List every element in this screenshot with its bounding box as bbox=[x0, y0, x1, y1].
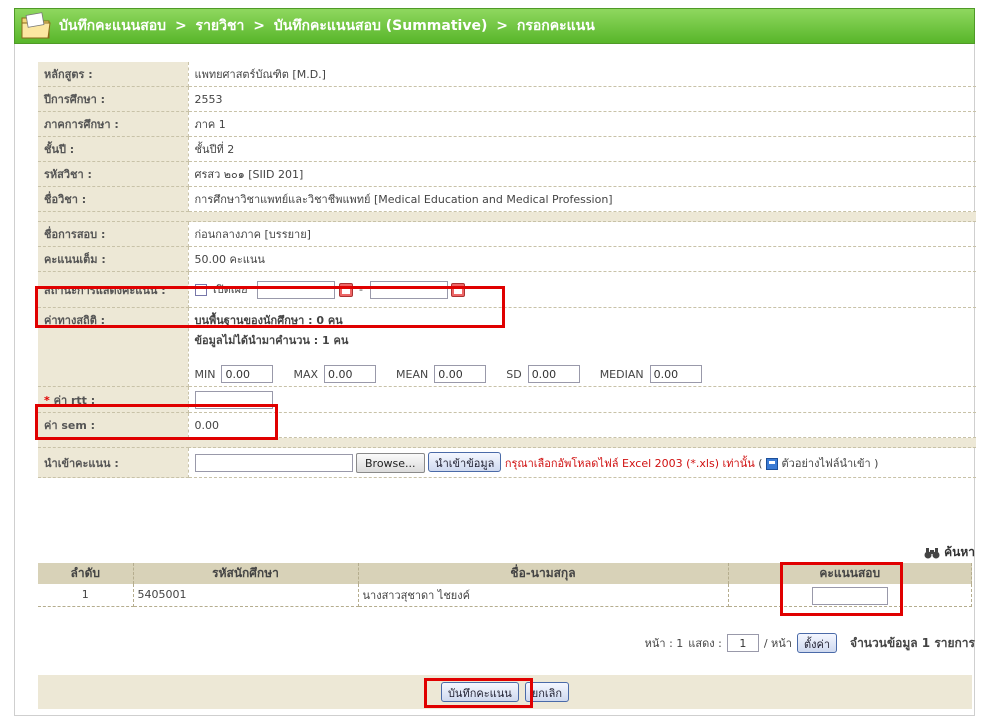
full-score-value: 50.00 คะแนน bbox=[188, 246, 976, 272]
exam-name-label: ชื่อการสอบ : bbox=[38, 221, 189, 247]
mean-label: MEAN bbox=[396, 367, 429, 381]
sample-open-paren: ( bbox=[758, 456, 763, 470]
breadcrumb-separator: > bbox=[253, 18, 265, 34]
binoculars-icon bbox=[924, 547, 940, 558]
sd-field[interactable] bbox=[527, 365, 580, 383]
stats-missing-text: ข้อมูลไม่ได้นำมาคำนวน : 1 คน bbox=[194, 334, 349, 347]
folder-icon bbox=[19, 11, 53, 41]
pagination: หน้า : 1 แสดง : / หน้า ตั้งค่า จำนวนข้อม… bbox=[645, 633, 975, 653]
per-page-label: / หน้า bbox=[763, 637, 792, 650]
set-page-button[interactable]: ตั้งค่า bbox=[796, 633, 838, 653]
breadcrumb-item-record-scores[interactable]: บันทึกคะแนนสอบ bbox=[59, 18, 166, 34]
sd-label: SD bbox=[506, 367, 522, 381]
page-indicator: หน้า : 1 bbox=[644, 637, 684, 650]
search-label: ค้นหา bbox=[944, 545, 975, 559]
highlight-score-column bbox=[780, 562, 903, 616]
row-student-name: นางสาวสุชาดา ไชยงค์ bbox=[358, 584, 729, 607]
exam-name-value: ก่อนกลางภาค [บรรยาย] bbox=[188, 221, 976, 247]
median-label: MEDIAN bbox=[599, 367, 644, 381]
breadcrumb-item-enter-scores: กรอกคะแนน bbox=[516, 18, 595, 34]
row-student-id: 5405001 bbox=[133, 584, 359, 607]
year-value: 2553 bbox=[188, 86, 976, 112]
import-note: กรุณาเลือกอัพโหลดไฟล์ Excel 2003 (*.xls)… bbox=[504, 456, 755, 470]
excel-file-icon bbox=[766, 457, 779, 470]
subject-name-label: ชื่อวิชา : bbox=[38, 186, 189, 212]
max-label: MAX bbox=[293, 367, 319, 381]
median-field[interactable] bbox=[649, 365, 702, 383]
column-header-name: ชื่อ-นามสกุล bbox=[358, 563, 729, 584]
min-label: MIN bbox=[194, 367, 216, 381]
rows-per-page-input[interactable] bbox=[726, 634, 759, 652]
semester-value: ภาค 1 bbox=[188, 111, 976, 137]
page-header: บันทึกคะแนนสอบ > รายวิชา > บันทึกคะแนนสอ… bbox=[14, 8, 975, 44]
highlight-save-button bbox=[424, 678, 533, 708]
subject-code-value: ศรสว ๒๐๑ [SIID 201] bbox=[188, 161, 976, 187]
highlight-display-status bbox=[35, 286, 505, 328]
search-link[interactable]: ค้นหา bbox=[924, 543, 975, 562]
column-header-student-id: รหัสนักศึกษา bbox=[133, 563, 359, 584]
row-no: 1 bbox=[38, 584, 134, 607]
subject-name-value: การศึกษาวิชาแพทย์และวิชาชีพแพทย์ [Medica… bbox=[188, 186, 976, 212]
column-header-no: ลำดับ bbox=[38, 563, 134, 584]
course-value: แพทยศาสตร์บัณฑิต [M.D.] bbox=[188, 62, 976, 87]
subject-code-label: รหัสวิชา : bbox=[38, 161, 189, 187]
file-path-input[interactable] bbox=[194, 454, 353, 473]
full-score-label: คะแนนเต็ม : bbox=[38, 246, 189, 272]
course-label: หลักสูตร : bbox=[38, 62, 189, 87]
highlight-rtt bbox=[35, 404, 278, 440]
browse-button[interactable]: Browse... bbox=[356, 453, 425, 474]
section-divider bbox=[38, 211, 976, 222]
grade-label: ชั้นปี : bbox=[38, 136, 189, 162]
breadcrumb-separator: > bbox=[174, 18, 187, 34]
import-data-button[interactable]: นำเข้าข้อมูล bbox=[428, 451, 502, 472]
show-label: แสดง : bbox=[688, 637, 722, 650]
max-field[interactable] bbox=[324, 365, 377, 383]
record-count: จำนวนข้อมูล 1 รายการ bbox=[850, 635, 975, 650]
mean-field[interactable] bbox=[434, 365, 487, 383]
sample-file-link[interactable]: ตัวอย่างไฟล์นำเข้า bbox=[782, 457, 871, 470]
import-label: นำเข้าคะแนน : bbox=[38, 447, 189, 478]
semester-label: ภาคการศึกษา : bbox=[38, 111, 189, 137]
breadcrumb: บันทึกคะแนนสอบ > รายวิชา > บันทึกคะแนนสอ… bbox=[59, 15, 595, 37]
breadcrumb-separator: > bbox=[496, 18, 508, 34]
grade-value: ชั้นปีที่ 2 bbox=[188, 136, 976, 162]
min-field[interactable] bbox=[221, 365, 274, 383]
sem-value: 0.00 bbox=[188, 412, 976, 438]
breadcrumb-item-summative[interactable]: บันทึกคะแนนสอบ (Summative) bbox=[274, 18, 488, 34]
sample-close-paren: ) bbox=[874, 456, 879, 470]
year-label: ปีการศึกษา : bbox=[38, 86, 189, 112]
breadcrumb-item-subjects[interactable]: รายวิชา bbox=[196, 18, 245, 34]
